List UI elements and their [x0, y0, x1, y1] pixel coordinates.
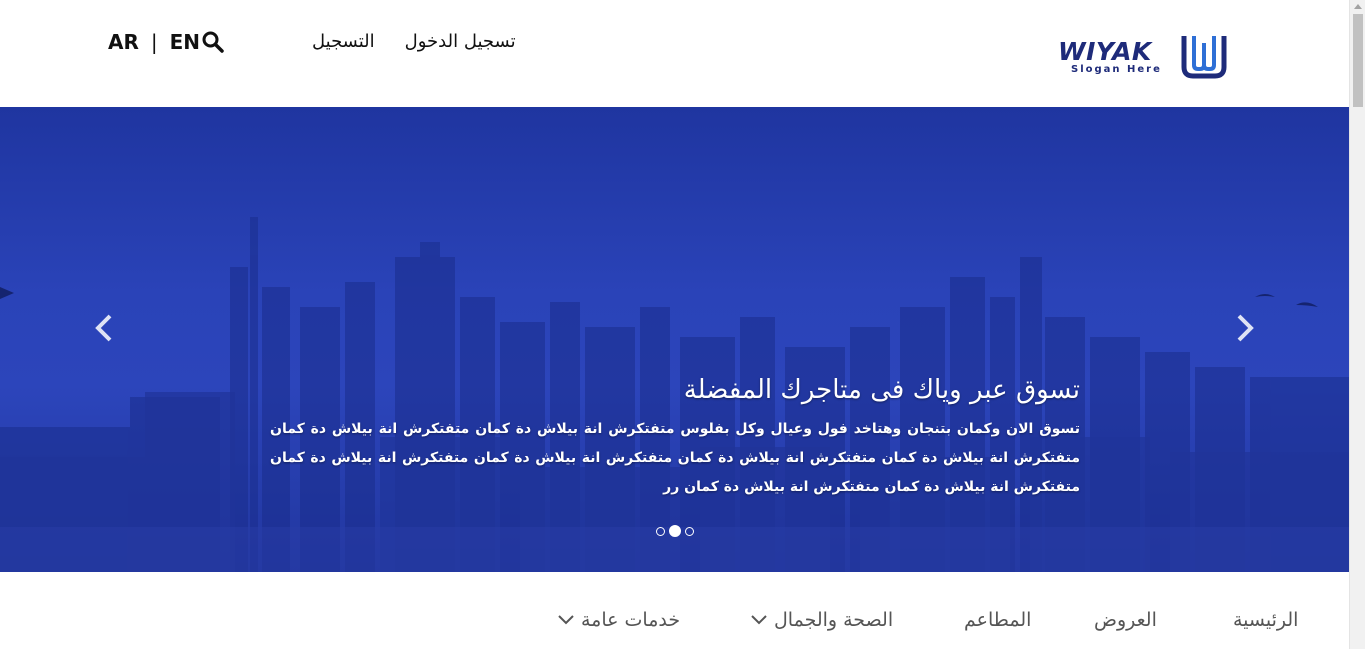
- scroll-up-arrow-icon[interactable]: [1354, 4, 1362, 9]
- nav-item-label: خدمات عامة: [581, 609, 681, 631]
- lang-separator: |: [150, 30, 158, 54]
- hero-caption: تسوق عبر وياك فى متاجرك المفضلة تسوق الا…: [270, 375, 1080, 502]
- nav-item-general-services[interactable]: خدمات عامة: [557, 609, 680, 631]
- nav-item-home[interactable]: الرئيسية: [1233, 609, 1298, 631]
- lang-ar-link[interactable]: AR: [108, 30, 139, 54]
- hero-title: تسوق عبر وياك فى متاجرك المفضلة: [683, 375, 1080, 405]
- register-link[interactable]: التسجيل: [312, 31, 375, 52]
- vertical-scrollbar[interactable]: [1349, 0, 1365, 649]
- slide-indicator-1[interactable]: [656, 526, 665, 536]
- lang-en-link[interactable]: EN: [170, 30, 200, 54]
- scrollbar-thumb[interactable]: [1353, 14, 1363, 107]
- nav-item-label: العروض: [1094, 609, 1157, 631]
- nav-item-offers[interactable]: العروض: [1094, 609, 1157, 631]
- chevron-down-icon: [751, 615, 767, 625]
- chevron-right-icon[interactable]: [1229, 311, 1259, 345]
- logo[interactable]: WIYAK Slogan Here: [1058, 33, 1230, 79]
- nav-item-label: الصحة والجمال: [774, 609, 894, 631]
- logo-text: WIYAK: [1058, 37, 1152, 66]
- login-link[interactable]: تسجيل الدخول: [405, 31, 516, 52]
- search-icon[interactable]: [201, 30, 225, 54]
- slide-indicator-2[interactable]: [669, 525, 681, 537]
- slider-indicators: [654, 525, 696, 537]
- hero-slider: تسوق عبر وياك فى متاجرك المفضلة تسوق الا…: [0, 107, 1349, 572]
- hero-text: تسوق الان وكمان بتنجان وهتاخد فول وعيال …: [270, 421, 1080, 495]
- main-nav: الرئيسية العروض المطاعم الصحة والجمال خد…: [0, 572, 1349, 649]
- logo-mark-icon: [1181, 36, 1227, 79]
- page: AR | EN تسجيل الدخول التسجيل WIYAK Sloga…: [0, 0, 1349, 649]
- site-header: AR | EN تسجيل الدخول التسجيل WIYAK Sloga…: [0, 0, 1349, 107]
- logo-slogan: Slogan Here: [1071, 64, 1162, 75]
- slide-indicator-3[interactable]: [685, 526, 694, 536]
- nav-item-health-beauty[interactable]: الصحة والجمال: [750, 609, 893, 631]
- nav-item-restaurants[interactable]: المطاعم: [964, 609, 1031, 631]
- nav-item-label: الرئيسية: [1233, 609, 1299, 631]
- chevron-down-icon: [558, 615, 574, 625]
- language-switcher: AR | EN: [108, 30, 200, 54]
- city-skyline-image: [0, 217, 1349, 572]
- chevron-left-icon[interactable]: [90, 311, 120, 345]
- auth-links: تسجيل الدخول التسجيل: [312, 31, 516, 52]
- nav-item-label: المطاعم: [964, 609, 1032, 631]
